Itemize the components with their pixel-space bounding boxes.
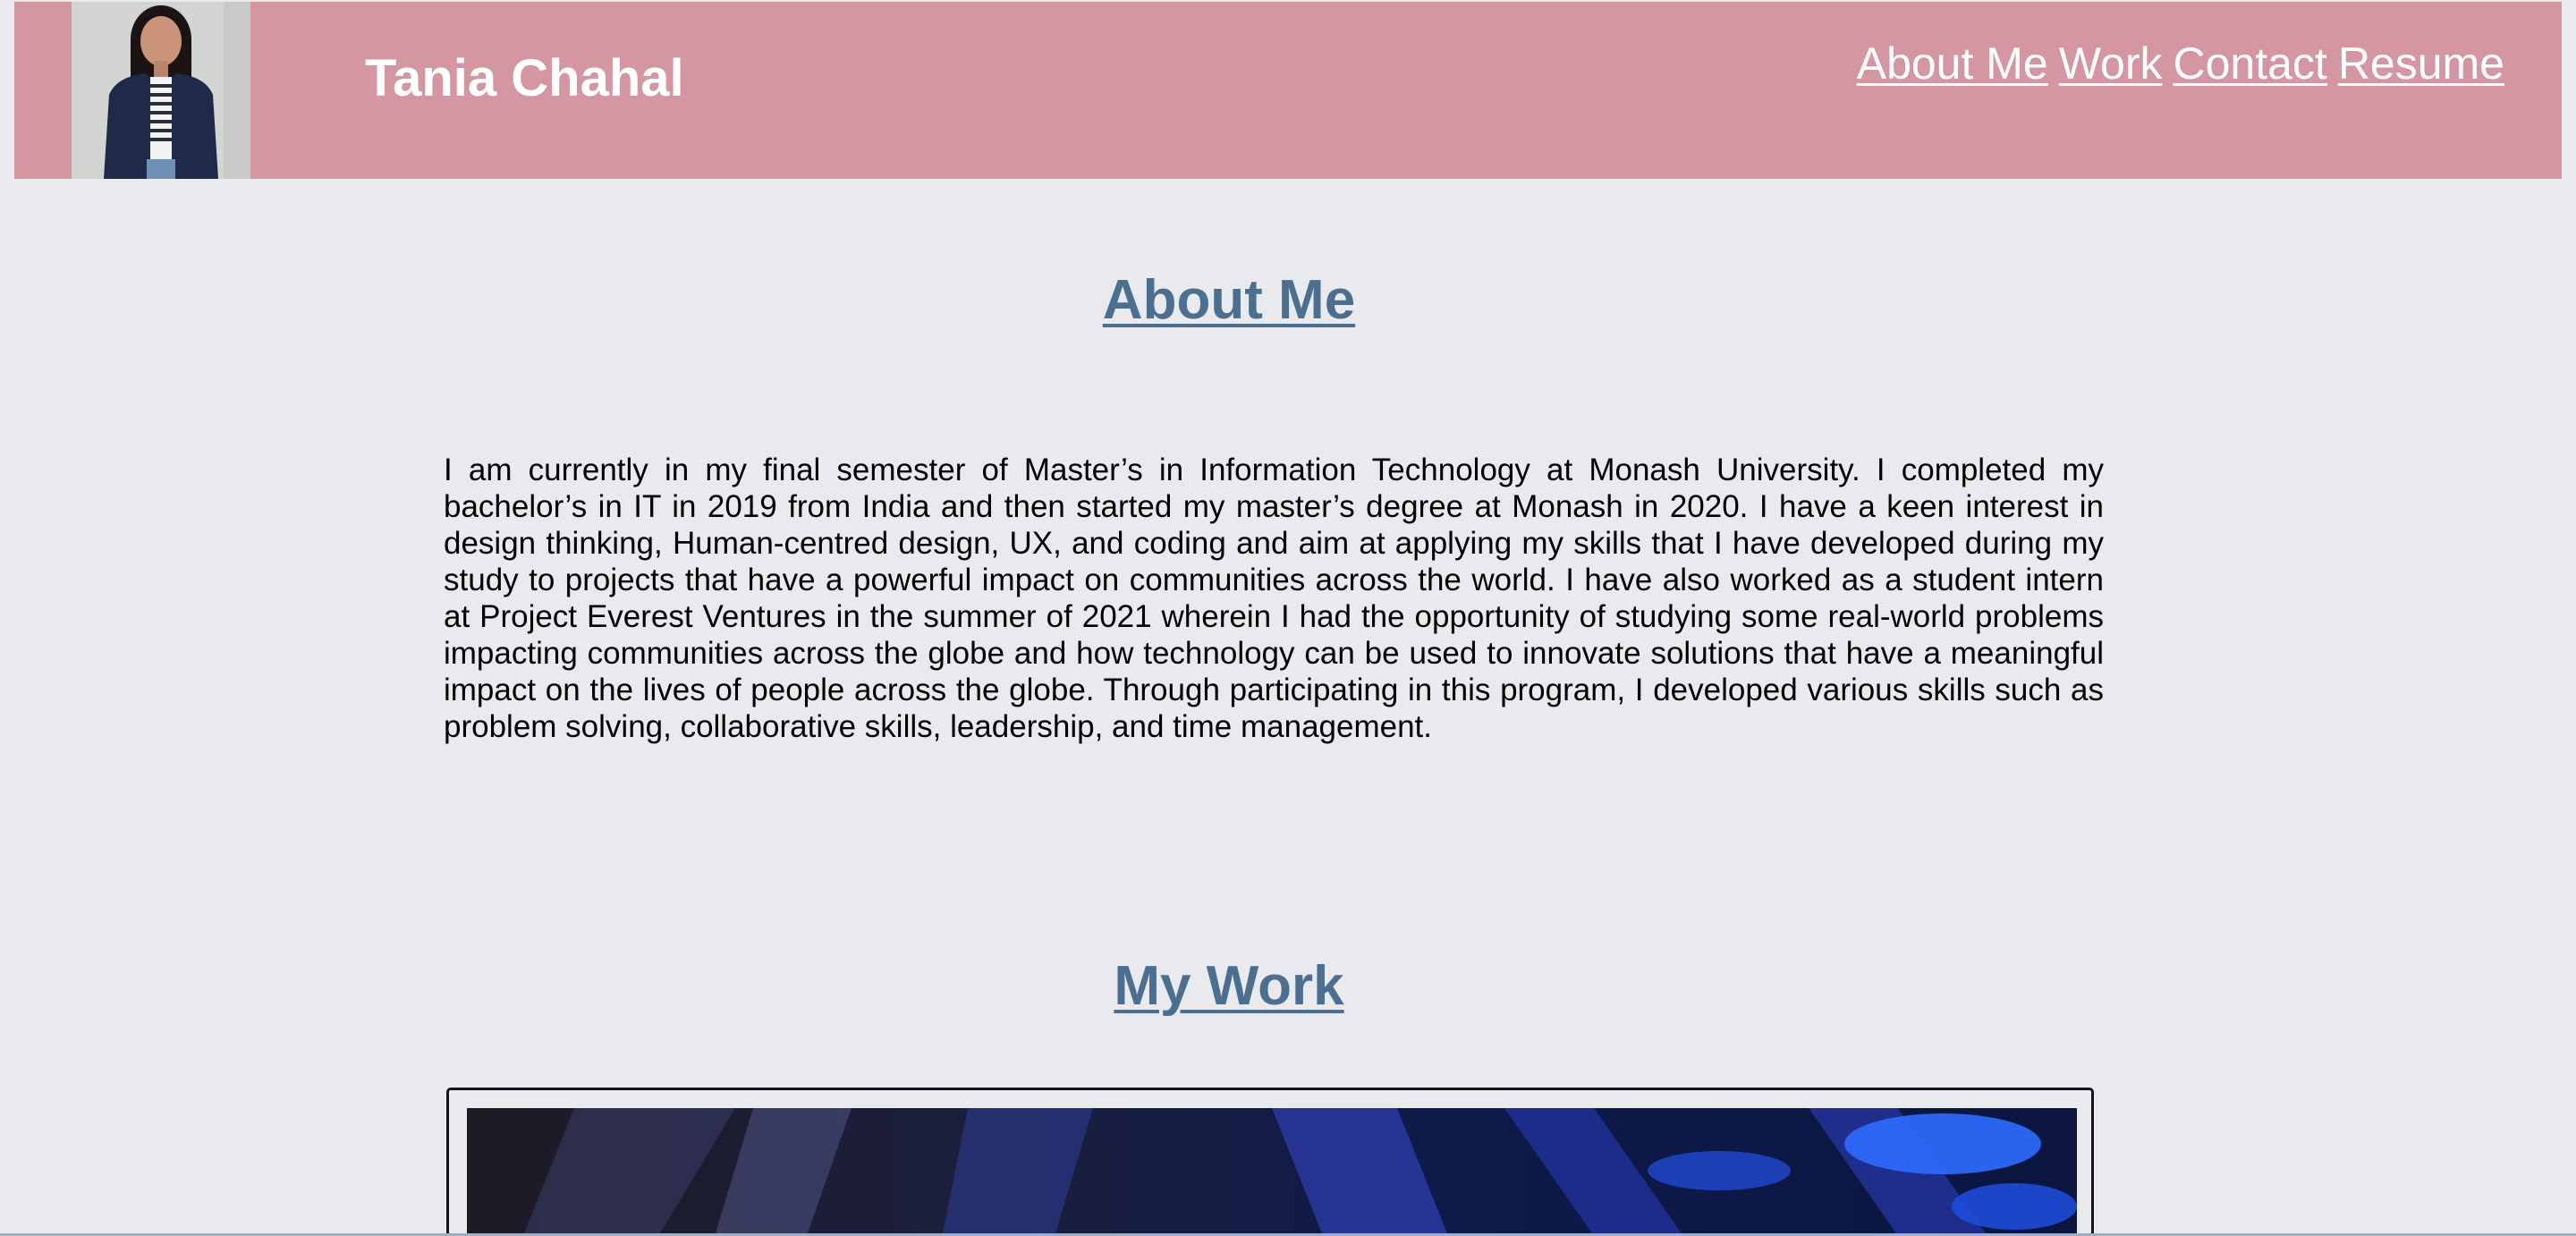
nav-about-link[interactable]: About Me — [1857, 32, 2048, 95]
about-paragraph: I am currently in my final semester of M… — [444, 453, 2104, 744]
nav-work-link[interactable]: Work — [2059, 32, 2163, 95]
work-project-card[interactable] — [446, 1088, 2094, 1236]
nav-resume-link[interactable]: Resume — [2338, 32, 2504, 95]
nav-contact-link[interactable]: Contact — [2173, 32, 2326, 95]
portfolio-page: Tania Chahal About Me Work Contact Resum… — [0, 0, 2576, 1236]
site-name: Tania Chahal — [365, 49, 684, 107]
main-nav: About Me Work Contact Resume — [1857, 32, 2504, 95]
site-header: Tania Chahal About Me Work Contact Resum… — [14, 2, 2562, 179]
about-heading: About Me — [1102, 269, 1356, 332]
project-thumbnail — [467, 1108, 2077, 1236]
profile-photo — [72, 2, 250, 179]
work-heading: My Work — [1114, 955, 1344, 1018]
